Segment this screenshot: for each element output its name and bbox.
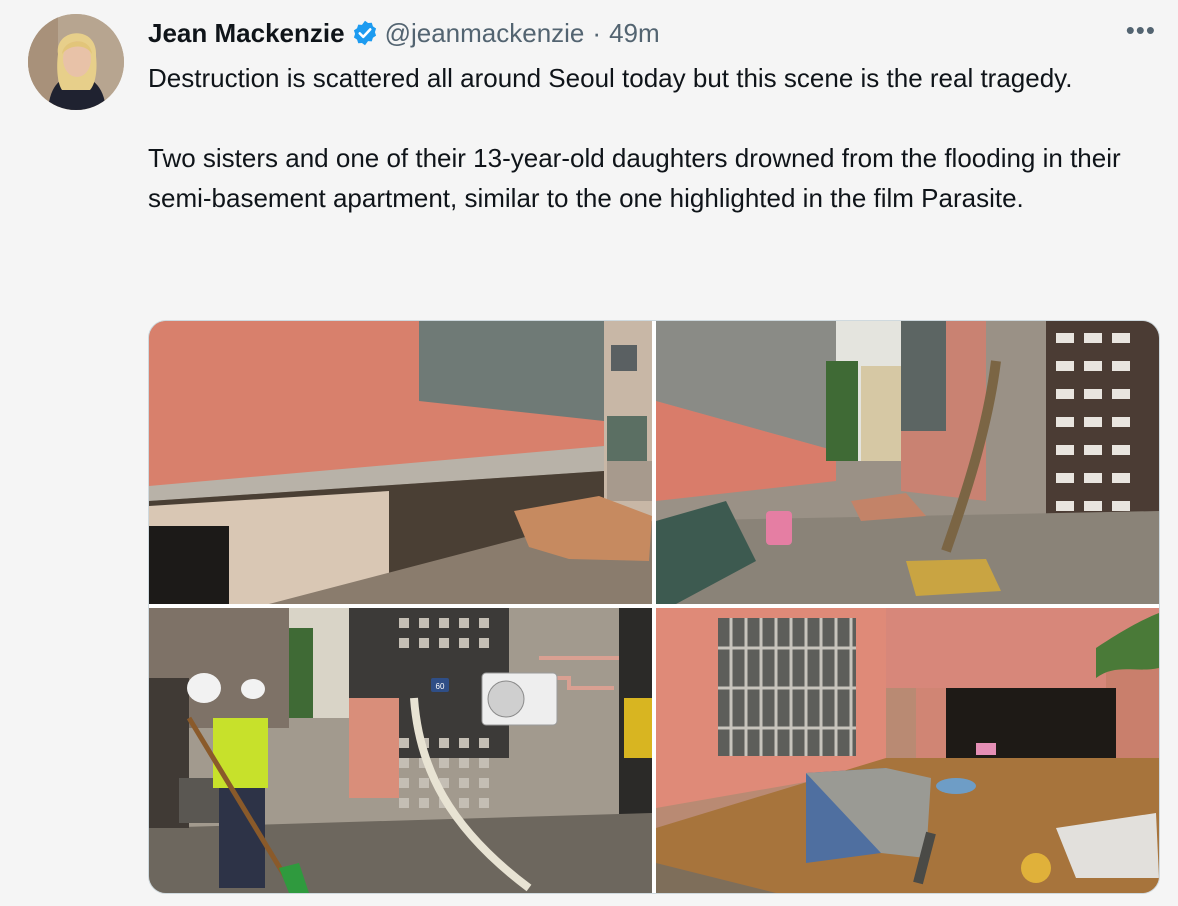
building-number-sign: 60 [436, 682, 445, 691]
separator-dot: · [592, 17, 602, 48]
author-handle[interactable]: @jeanmackenzie [385, 18, 585, 49]
author-name[interactable]: Jean Mackenzie [148, 18, 345, 49]
photo-grid: 60 [148, 320, 1160, 894]
tweet-timestamp[interactable]: 49m [609, 18, 660, 49]
tweet-paragraph-1: Destruction is scattered all around Seou… [148, 63, 1073, 93]
verified-badge-icon [351, 19, 379, 47]
tweet-paragraph-2: Two sisters and one of their 13-year-old… [148, 143, 1121, 213]
photo-4[interactable] [656, 608, 1159, 893]
author-avatar[interactable] [28, 14, 124, 110]
tweet-text: Destruction is scattered all around Seou… [148, 58, 1158, 258]
photo-1[interactable] [149, 321, 652, 604]
photo-2[interactable] [656, 321, 1159, 604]
tweet-header: Jean Mackenzie @jeanmackenzie · 49m [148, 16, 660, 50]
photo-3[interactable]: 60 [149, 608, 652, 893]
more-options-icon[interactable]: ••• [1126, 17, 1156, 43]
